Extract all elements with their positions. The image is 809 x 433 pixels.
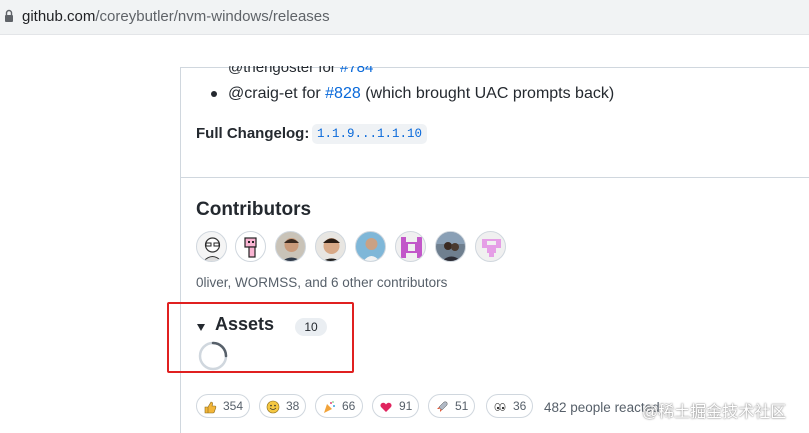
thumbs-up-icon — [204, 401, 217, 414]
address-bar[interactable]: github.com/coreybutler/nvm-windows/relea… — [0, 0, 809, 35]
avatar[interactable] — [196, 231, 227, 262]
avatar[interactable] — [355, 231, 386, 262]
assets-title[interactable]: Assets — [215, 314, 274, 335]
reaction-eyes[interactable]: 36 — [486, 394, 533, 418]
url-path: /coreybutler/nvm-windows/releases — [95, 8, 330, 25]
contributor-mention[interactable]: @craig-et — [228, 85, 298, 102]
url-host: github.com — [22, 8, 96, 25]
left-border — [180, 68, 181, 433]
smile-icon — [266, 400, 280, 414]
reaction-rocket[interactable]: 51 — [428, 394, 475, 418]
heart-icon — [380, 402, 392, 412]
avatar[interactable] — [395, 231, 426, 262]
issue-link[interactable]: #828 — [325, 85, 361, 102]
lock-icon[interactable] — [4, 9, 14, 23]
highlight-annotation — [167, 302, 354, 373]
avatar[interactable] — [275, 231, 306, 262]
cut-off-list-item: @thehgoster for #784 — [228, 59, 374, 76]
changelog-label: Full Changelog: — [196, 125, 310, 142]
collapse-caret-icon[interactable] — [197, 324, 205, 331]
list-bullet — [211, 91, 217, 97]
url-text[interactable]: github.com/coreybutler/nvm-windows/relea… — [22, 8, 330, 25]
loading-spinner-icon — [198, 341, 228, 371]
contributors-title: Contributors — [196, 199, 312, 220]
reaction-tada[interactable]: 66 — [315, 394, 363, 418]
avatar[interactable] — [435, 231, 466, 262]
avatar[interactable] — [235, 231, 266, 262]
avatar[interactable] — [315, 231, 346, 262]
contributors-summary[interactable]: 0liver, WORMSS, and 6 other contributors — [196, 275, 447, 290]
assets-count-badge: 10 — [295, 318, 327, 336]
reaction-thumbs-up[interactable]: 354 — [196, 394, 250, 418]
reaction-smile[interactable]: 38 — [259, 394, 306, 418]
list-item: @craig-et for #828 (which brought UAC pr… — [228, 85, 615, 102]
rocket-icon — [437, 401, 448, 412]
tada-icon — [324, 401, 335, 413]
issue-link-cut[interactable]: #784 — [340, 66, 373, 76]
avatar[interactable] — [475, 231, 506, 262]
reaction-heart[interactable]: 91 — [372, 394, 419, 418]
eyes-icon — [494, 402, 506, 411]
changelog-link[interactable]: 1.1.9...1.1.10 — [312, 124, 428, 144]
watermark-text: @稀土掘金技术社区 — [642, 404, 787, 421]
section-divider — [180, 177, 809, 178]
